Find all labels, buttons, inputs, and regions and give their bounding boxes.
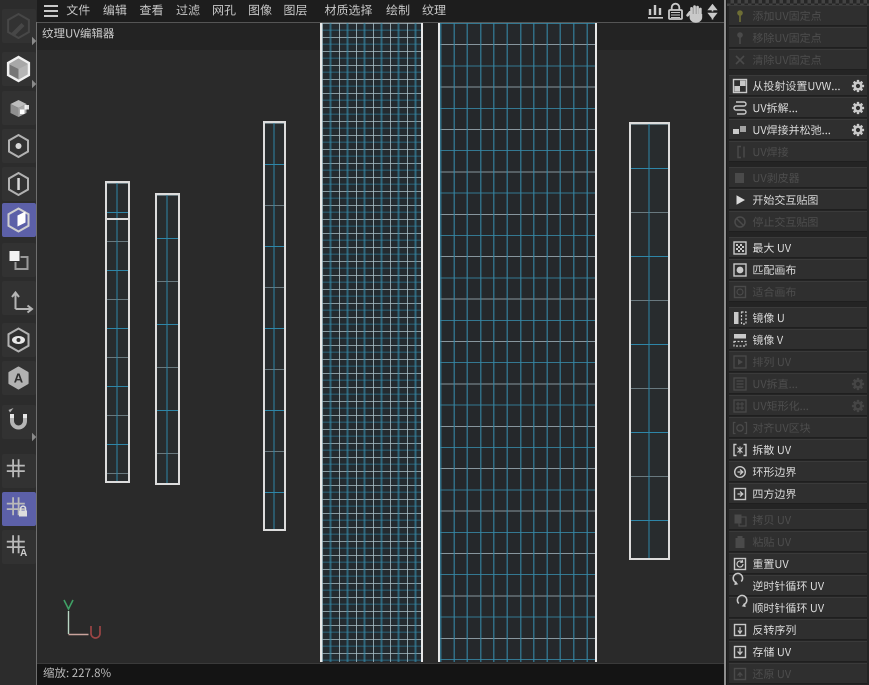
svg-text:A: A: [20, 548, 27, 559]
svg-text:A: A: [14, 371, 24, 386]
